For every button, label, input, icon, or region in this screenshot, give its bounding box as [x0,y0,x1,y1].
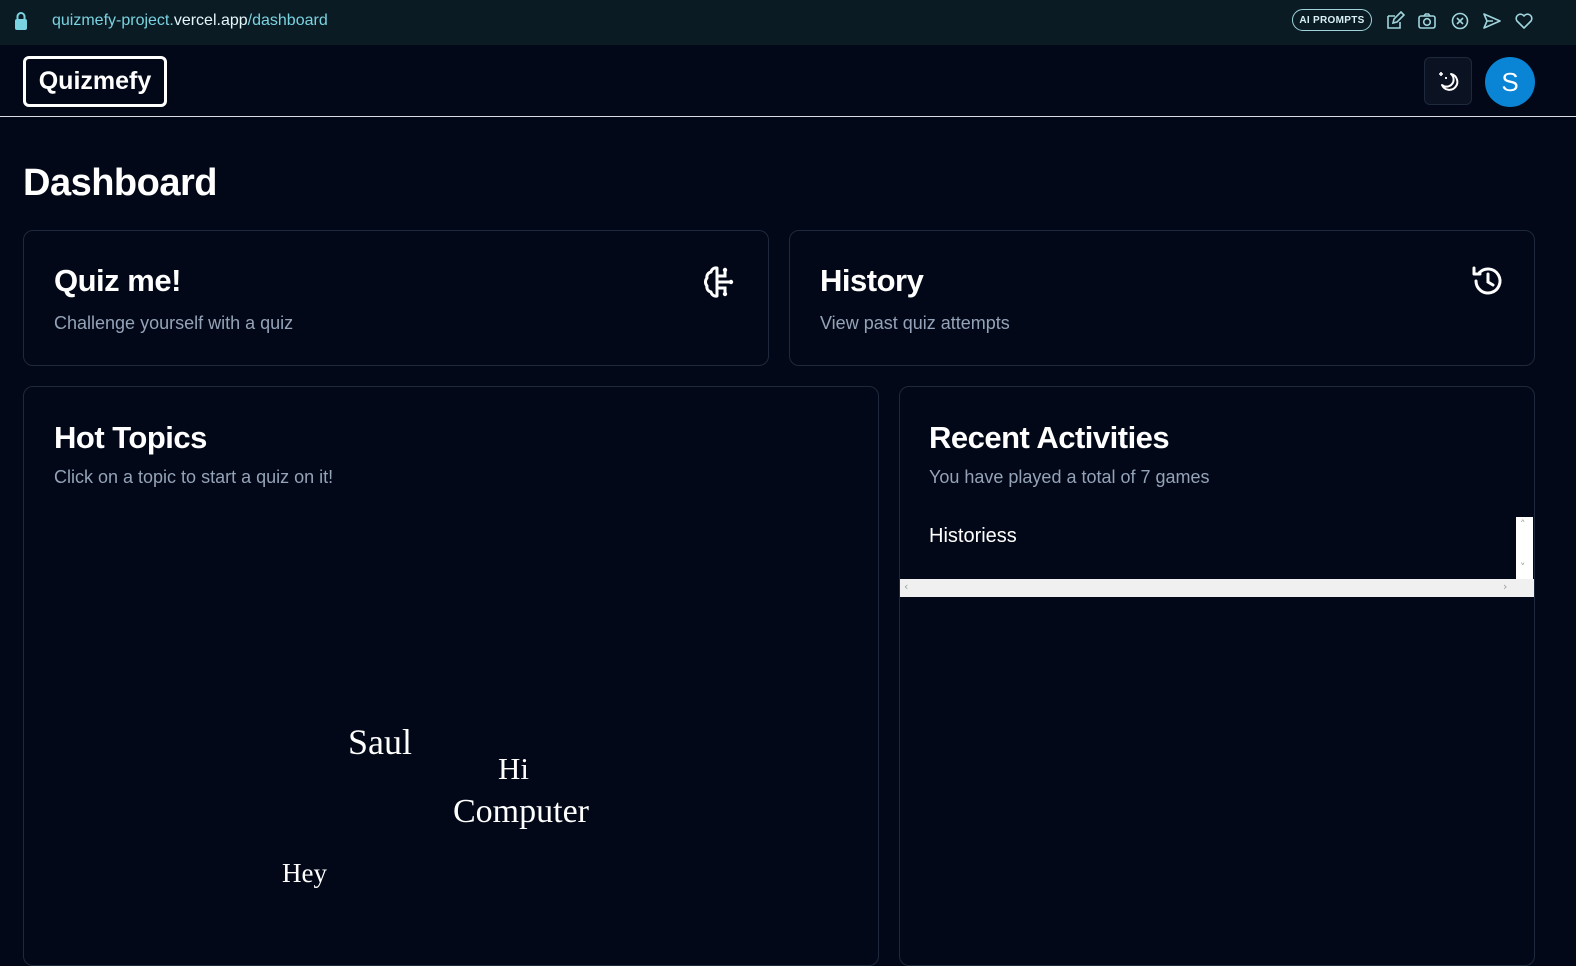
edit-icon[interactable] [1385,11,1405,31]
quiz-me-title: Quiz me! [54,263,181,298]
quiz-me-card[interactable]: Quiz me! Challenge yourself with a quiz [23,230,769,366]
hot-topics-subtitle: Click on a topic to start a quiz on it! [54,467,334,487]
page-title: Dashboard [23,162,217,204]
user-avatar-button[interactable]: S [1485,57,1535,107]
ai-prompts-button[interactable]: AI PROMPTS [1292,9,1372,31]
theme-toggle-button[interactable] [1424,57,1472,105]
topic-word-hey[interactable]: Hey [282,858,327,889]
recent-activities-card: Recent Activities You have played a tota… [899,386,1535,966]
topic-word-computer[interactable]: Computer [453,793,589,831]
activity-item[interactable]: Historiess [929,525,1017,548]
hot-topics-card: Hot Topics Click on a topic to start a q… [23,386,879,966]
history-icon [1472,266,1502,295]
heart-icon[interactable] [1514,11,1534,31]
recent-activities-title: Recent Activities [929,420,1170,455]
scroll-up-icon[interactable]: ˄ [1520,518,1526,531]
url-path: /dashboard [247,12,328,29]
topic-word-hi[interactable]: Hi [498,751,529,787]
moon-stars-icon [1439,72,1459,91]
send-icon[interactable] [1482,11,1502,31]
recent-activities-subtitle: You have played a total of 7 games [929,467,1210,487]
activity-scroll-area[interactable]: Historiess ˄ ˅ ‹ › [900,517,1534,597]
horizontal-scrollbar[interactable]: ‹ › [900,579,1534,597]
history-title: History [820,263,924,298]
scroll-right-icon[interactable]: › [1503,580,1507,593]
brain-circuit-icon [704,266,734,298]
close-circle-icon[interactable] [1450,11,1470,31]
hot-topics-title: Hot Topics [54,420,207,455]
app-header: Quizmefy S [0,45,1576,117]
url-prefix: quizmefy-project. [52,12,174,29]
topic-word-saul[interactable]: Saul [348,721,412,763]
browser-url-bar: quizmefy-project.vercel.app/dashboard AI… [0,0,1576,45]
quiz-me-subtitle: Challenge yourself with a quiz [54,313,294,333]
url-text[interactable]: quizmefy-project.vercel.app/dashboard [52,12,328,30]
camera-icon[interactable] [1417,11,1437,31]
url-host: vercel.app [173,12,248,29]
vertical-scrollbar[interactable]: ˄ ˅ [1516,517,1533,579]
lock-icon [15,12,27,30]
scroll-down-icon[interactable]: ˅ [1520,561,1526,574]
scroll-left-icon[interactable]: ‹ [904,580,908,593]
history-card[interactable]: History View past quiz attempts [789,230,1535,366]
logo-link[interactable]: Quizmefy [23,56,167,107]
history-subtitle: View past quiz attempts [820,313,1010,333]
